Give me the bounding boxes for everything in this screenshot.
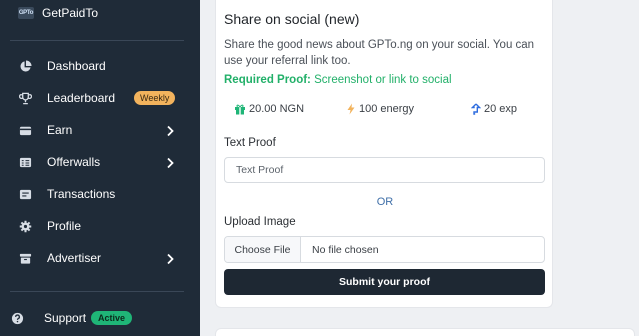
reward-energy-value: 100 energy: [359, 103, 415, 115]
sidebar-item-leaderboard[interactable]: Leaderboard Weekly: [18, 88, 178, 108]
sidebar-item-label: Earn: [47, 123, 73, 137]
sidebar-item-advertiser[interactable]: Advertiser: [18, 248, 178, 268]
weekly-badge: Weekly: [134, 91, 176, 105]
sidebar: GPTo GetPaidTo Dashboard Leaderboard Wee…: [0, 0, 200, 336]
required-proof-label: Required Proof:: [224, 74, 311, 86]
text-proof-label: Text Proof: [224, 137, 276, 149]
sidebar-divider: [10, 291, 184, 292]
sidebar-item-offerwalls[interactable]: Offerwalls: [18, 152, 178, 172]
chevron-right-icon: [166, 156, 174, 174]
next-card: [215, 328, 635, 336]
reward-exp: 20 exp: [471, 103, 517, 115]
sidebar-item-label: Profile: [47, 219, 82, 233]
gift-icon: [235, 104, 245, 115]
pie-chart-icon: [18, 59, 32, 73]
brand-name: GetPaidTo: [42, 6, 99, 20]
gear-icon: [18, 219, 32, 233]
transactions-icon: [18, 187, 32, 201]
upload-image-label: Upload Image: [224, 216, 296, 228]
sidebar-item-label: Transactions: [47, 187, 116, 201]
sidebar-item-label: Support: [44, 311, 87, 325]
or-separator: OR: [376, 196, 394, 208]
sidebar-item-label: Offerwalls: [47, 155, 101, 169]
grid-list-icon: [18, 155, 32, 169]
brand[interactable]: GPTo GetPaidTo: [18, 4, 98, 22]
box-icon: [18, 251, 32, 265]
active-badge: Active: [91, 311, 133, 325]
question-circle-icon: [10, 311, 24, 325]
sidebar-item-support[interactable]: Support Active: [10, 308, 170, 328]
trophy-icon: [18, 91, 32, 105]
text-proof-input[interactable]: [224, 157, 545, 183]
lightning-icon: [347, 103, 355, 115]
reward-exp-value: 20 exp: [484, 103, 518, 115]
chevron-right-icon: [166, 124, 174, 142]
task-title: Share on social (new): [224, 11, 360, 27]
level-up-icon: [471, 103, 481, 115]
sidebar-item-profile[interactable]: Profile: [18, 216, 178, 236]
sidebar-item-label: Dashboard: [47, 59, 106, 73]
sidebar-item-earn[interactable]: Earn: [18, 120, 178, 140]
sidebar-item-dashboard[interactable]: Dashboard: [18, 56, 178, 76]
chevron-right-icon: [166, 252, 174, 270]
required-proof-value: Screenshot or link to social: [314, 74, 452, 86]
task-card: Share on social (new) Share the good new…: [215, 0, 553, 308]
sidebar-divider: [10, 40, 184, 41]
brand-logo: GPTo: [18, 7, 34, 19]
file-upload-field[interactable]: Choose File No file chosen: [224, 236, 545, 263]
wallet-icon: [18, 123, 32, 137]
submit-proof-button[interactable]: Submit your proof: [224, 269, 545, 295]
sidebar-item-label: Advertiser: [47, 251, 102, 265]
reward-money: 20.00 NGN: [234, 103, 304, 115]
task-description: Share the good news about GPTo.ng on you…: [224, 39, 535, 67]
required-proof: Required Proof: Screenshot or link to so…: [224, 74, 452, 86]
reward-money-value: 20.00 NGN: [249, 103, 305, 115]
sidebar-item-transactions[interactable]: Transactions: [18, 184, 178, 204]
file-name-text: No file chosen: [312, 243, 379, 256]
reward-energy: 100 energy: [346, 103, 414, 115]
sidebar-item-label: Leaderboard: [47, 91, 116, 105]
choose-file-button[interactable]: Choose File: [225, 237, 301, 262]
